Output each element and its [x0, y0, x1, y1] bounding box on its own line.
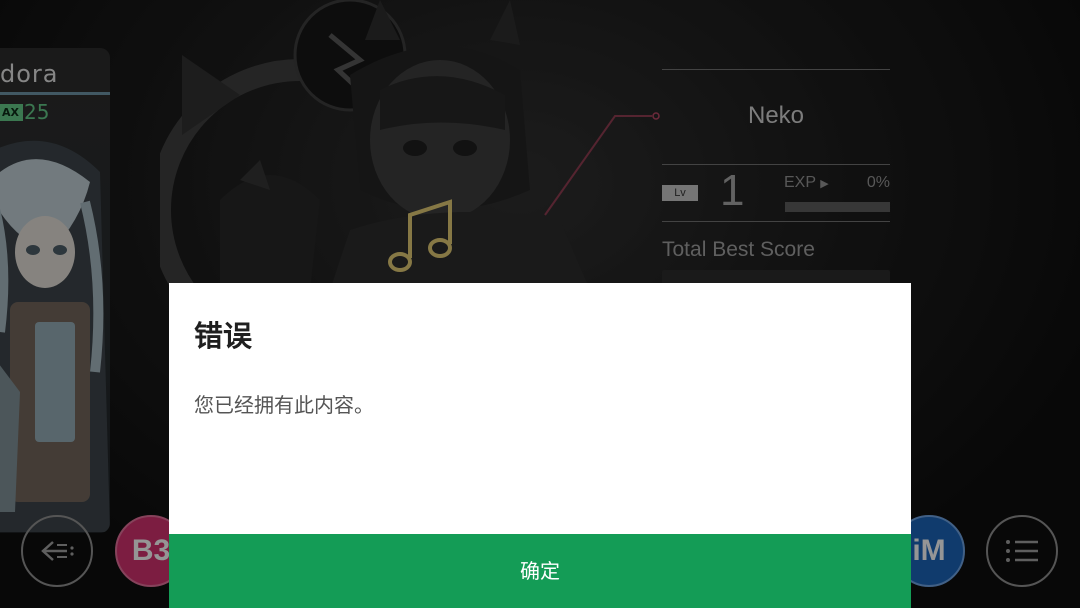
error-dialog: 错误 您已经拥有此内容。 确定	[169, 283, 911, 608]
dialog-message: 您已经拥有此内容。	[194, 393, 374, 417]
confirm-button[interactable]: 确定	[169, 534, 911, 608]
dialog-title: 错误	[194, 319, 253, 353]
song-select-screen: dora AX 25 Neko Lv 1 EXP ▶ 0% Total Best…	[0, 0, 1080, 608]
